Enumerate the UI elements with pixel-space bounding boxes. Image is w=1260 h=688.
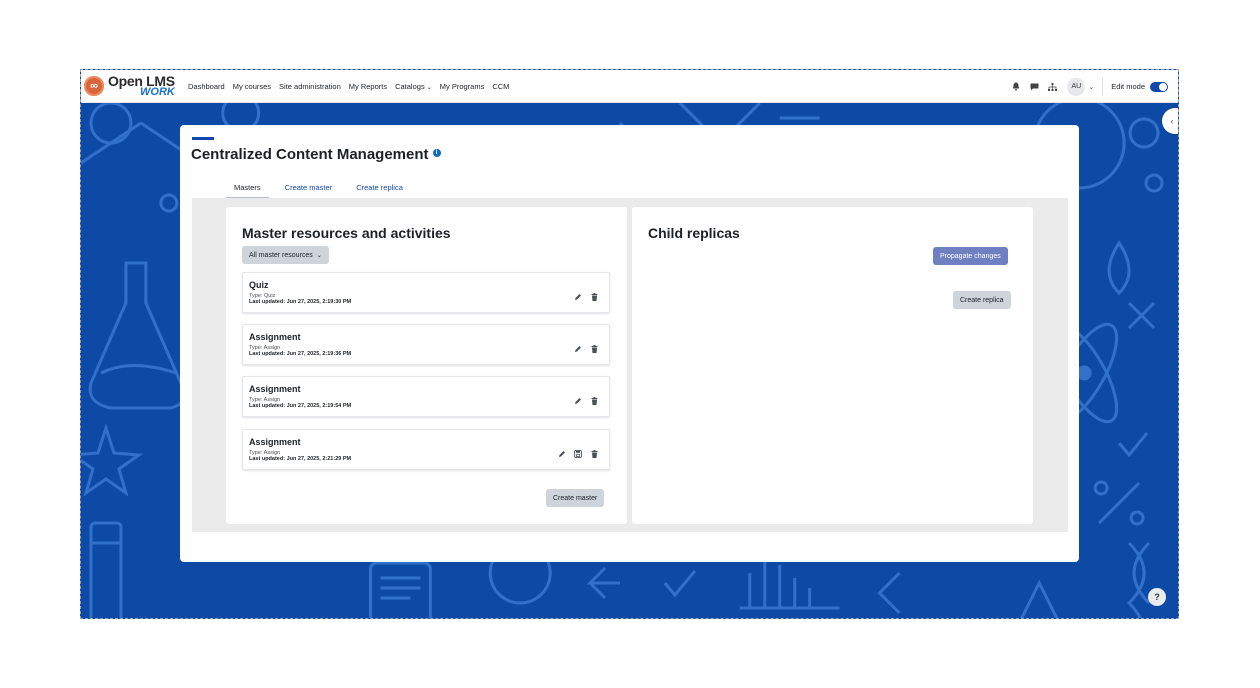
top-navbar: ∞ Open LMS WORK Dashboard My courses Sit… [81,70,1178,103]
create-master-button[interactable]: Create master [546,489,605,507]
page-title: Centralized Content Management i [191,146,441,163]
trash-icon[interactable] [589,292,599,302]
tab-create-replica[interactable]: Create replica [356,181,403,199]
master-item-title: Assignment [249,437,301,447]
master-item-updated: Last updated: Jun 27, 2025, 2:19:30 PM [249,299,352,305]
nav-site-administration[interactable]: Site administration [279,82,341,91]
master-item[interactable]: Assignment Type: Assign Last updated: Ju… [242,376,610,417]
tab-create-master[interactable]: Create master [285,181,333,199]
master-item-updated: Last updated: Jun 27, 2025, 2:19:36 PM [249,351,352,357]
save-icon[interactable] [573,449,583,459]
nav-my-reports[interactable]: My Reports [349,82,387,91]
masters-panel: Master resources and activities All mast… [226,207,627,524]
propagate-changes-button[interactable]: Propagate changes [933,247,1008,265]
brand-logo[interactable]: ∞ Open LMS WORK [84,71,184,101]
chevron-left-icon: ‹ [1170,116,1174,126]
tab-bar: Masters Create master Create replica [226,181,419,199]
user-avatar[interactable]: AU [1067,77,1086,96]
chevron-down-icon: ⌄ [316,252,322,259]
master-item[interactable]: Assignment Type: Assign Last updated: Ju… [242,429,610,470]
sitemap-icon[interactable] [1045,80,1059,94]
navbar-right-tools: AU ⌄ Edit mode [1005,70,1168,103]
page-title-text: Centralized Content Management [191,146,429,163]
open-lms-logo-icon: ∞ [84,76,104,96]
pencil-icon[interactable] [573,396,583,406]
trash-icon[interactable] [589,396,599,406]
chevron-down-icon: ⌄ [426,84,432,91]
masters-panel-title: Master resources and activities [242,225,451,241]
master-item[interactable]: Assignment Type: Assign Last updated: Ju… [242,324,610,365]
trash-icon[interactable] [589,344,599,354]
nav-my-courses[interactable]: My courses [233,82,271,91]
trash-icon[interactable] [589,449,599,459]
replicas-panel: Child replicas Propagate changes Create … [632,207,1033,524]
nav-catalogs-label: Catalogs [395,81,425,91]
master-item-actions [567,344,599,354]
pencil-icon[interactable] [573,344,583,354]
master-item-updated: Last updated: Jun 27, 2025, 2:21:29 PM [249,456,352,462]
info-icon[interactable]: i [432,149,441,158]
main-content-card: Centralized Content Management i Masters … [180,125,1079,562]
nav-catalogs[interactable]: Catalogs ⌄ [395,82,432,91]
master-item-actions [567,292,599,302]
pencil-icon[interactable] [557,449,567,459]
master-item-actions [551,449,599,459]
chevron-down-icon[interactable]: ⌄ [1088,83,1094,91]
edit-mode-label: Edit mode [1111,82,1145,91]
brand-wordmark: Open LMS WORK [108,74,175,98]
master-item-updated: Last updated: Jun 27, 2025, 2:19:54 PM [249,403,352,409]
master-filter-dropdown[interactable]: All master resources ⌄ [242,246,329,264]
master-item-actions [567,396,599,406]
navbar-divider [1102,77,1104,96]
message-icon[interactable] [1027,80,1041,94]
nav-my-programs[interactable]: My Programs [440,82,485,91]
edit-mode-toggle[interactable] [1150,81,1168,92]
nav-ccm[interactable]: CCM [492,82,509,91]
browser-frame: ∞ Open LMS WORK Dashboard My courses Sit… [80,69,1179,619]
title-accent-bar [192,137,214,140]
help-button[interactable]: ? [1148,588,1166,606]
master-item-title: Quiz [249,280,269,290]
pencil-icon[interactable] [573,292,583,302]
primary-navigation: Dashboard My courses Site administration… [188,82,517,91]
create-replica-button[interactable]: Create replica [953,291,1011,309]
tab-masters[interactable]: Masters [226,181,269,199]
master-item[interactable]: Quiz Type: Quiz Last updated: Jun 27, 20… [242,272,610,313]
ccm-panels-container: Master resources and activities All mast… [192,198,1068,532]
nav-dashboard[interactable]: Dashboard [188,82,225,91]
master-filter-label: All master resources [249,251,313,259]
replicas-panel-title: Child replicas [648,225,740,241]
brand-name-bottom: WORK [140,86,175,98]
bell-icon[interactable] [1009,80,1023,94]
master-item-title: Assignment [249,332,301,342]
master-item-title: Assignment [249,384,301,394]
